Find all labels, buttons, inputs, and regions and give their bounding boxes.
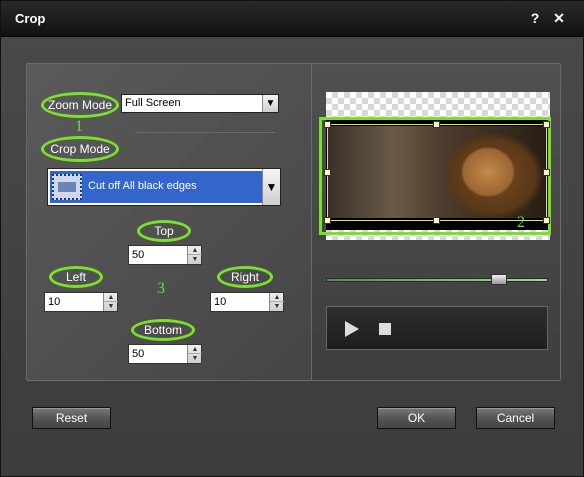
window-title: Crop bbox=[15, 11, 46, 26]
play-icon[interactable] bbox=[345, 321, 359, 337]
top-label: Top bbox=[137, 220, 191, 242]
crop-handle-bottom[interactable] bbox=[433, 217, 440, 224]
annotation-number-1: 1 bbox=[75, 118, 83, 135]
crop-handle-top[interactable] bbox=[433, 121, 440, 128]
bottom-spin-buttons: ▲ ▼ bbox=[187, 345, 202, 363]
left-margin-input[interactable]: 10 ▲ ▼ bbox=[44, 292, 118, 312]
left-label: Left bbox=[49, 266, 103, 288]
crop-dialog: Crop ? ✕ Zoom Mode Full Screen ▼ 1 Crop … bbox=[0, 0, 584, 477]
annotation-number-2: 2 bbox=[517, 214, 525, 231]
stop-icon[interactable] bbox=[379, 323, 391, 335]
right-spin-buttons: ▲ ▼ bbox=[269, 293, 284, 311]
top-margin-input[interactable]: 50 ▲ ▼ bbox=[128, 245, 202, 265]
crop-handle-bottom-right[interactable] bbox=[543, 217, 550, 224]
decrement-arrow-icon[interactable]: ▼ bbox=[188, 354, 202, 363]
cancel-button[interactable]: Cancel bbox=[476, 407, 555, 429]
close-button[interactable]: ✕ bbox=[550, 9, 568, 27]
increment-arrow-icon[interactable]: ▲ bbox=[188, 345, 202, 354]
crop-handle-bottom-left[interactable] bbox=[324, 217, 331, 224]
crop-handle-top-left[interactable] bbox=[324, 121, 331, 128]
decrement-arrow-icon[interactable]: ▼ bbox=[270, 302, 284, 311]
seek-bar[interactable] bbox=[326, 278, 548, 282]
crop-rectangle[interactable] bbox=[327, 124, 547, 221]
zoom-mode-select[interactable]: Full Screen ▼ bbox=[121, 94, 279, 113]
crop-handle-left[interactable] bbox=[324, 169, 331, 176]
playback-controls bbox=[326, 306, 548, 350]
right-label: Right bbox=[217, 266, 273, 288]
annotation-number-3: 3 bbox=[157, 280, 165, 297]
top-margin-value: 50 bbox=[132, 249, 145, 261]
help-button[interactable]: ? bbox=[526, 9, 544, 27]
top-spin-buttons: ▲ ▼ bbox=[187, 246, 202, 264]
crop-mode-select[interactable]: Cut off All black edges ▼ bbox=[47, 168, 281, 206]
title-bar[interactable]: Crop ? ✕ bbox=[1, 1, 584, 37]
bottom-label: Bottom bbox=[131, 319, 195, 341]
decrement-arrow-icon[interactable]: ▼ bbox=[188, 255, 202, 264]
crop-handle-top-right[interactable] bbox=[543, 121, 550, 128]
bottom-margin-input[interactable]: 50 ▲ ▼ bbox=[128, 344, 202, 364]
zoom-mode-label: Zoom Mode bbox=[41, 92, 119, 118]
left-spin-buttons: ▲ ▼ bbox=[103, 293, 118, 311]
increment-arrow-icon[interactable]: ▲ bbox=[188, 246, 202, 255]
left-margin-value: 10 bbox=[48, 296, 61, 308]
chevron-down-icon[interactable]: ▼ bbox=[262, 95, 278, 112]
increment-arrow-icon[interactable]: ▲ bbox=[270, 293, 284, 302]
crop-settings-panel: Zoom Mode Full Screen ▼ 1 Crop Mode Cut … bbox=[26, 63, 561, 381]
zoom-mode-value: Full Screen bbox=[125, 97, 181, 109]
chevron-down-icon[interactable]: ▼ bbox=[262, 169, 280, 205]
reset-button[interactable]: Reset bbox=[32, 407, 111, 429]
film-frame-icon bbox=[52, 174, 82, 200]
seek-thumb[interactable] bbox=[490, 274, 507, 285]
separator bbox=[135, 132, 275, 133]
decrement-arrow-icon[interactable]: ▼ bbox=[104, 302, 118, 311]
crop-mode-label: Crop Mode bbox=[41, 136, 119, 162]
crop-mode-selection: Cut off All black edges bbox=[50, 171, 262, 203]
right-margin-value: 10 bbox=[214, 296, 227, 308]
preview-pane: 2 bbox=[312, 64, 560, 380]
crop-handle-right[interactable] bbox=[543, 169, 550, 176]
bottom-margin-value: 50 bbox=[132, 348, 145, 360]
increment-arrow-icon[interactable]: ▲ bbox=[104, 293, 118, 302]
ok-button[interactable]: OK bbox=[377, 407, 456, 429]
crop-mode-value: Cut off All black edges bbox=[88, 180, 197, 192]
right-margin-input[interactable]: 10 ▲ ▼ bbox=[210, 292, 284, 312]
film-frame-inner bbox=[58, 182, 76, 192]
settings-pane: Zoom Mode Full Screen ▼ 1 Crop Mode Cut … bbox=[27, 64, 311, 380]
